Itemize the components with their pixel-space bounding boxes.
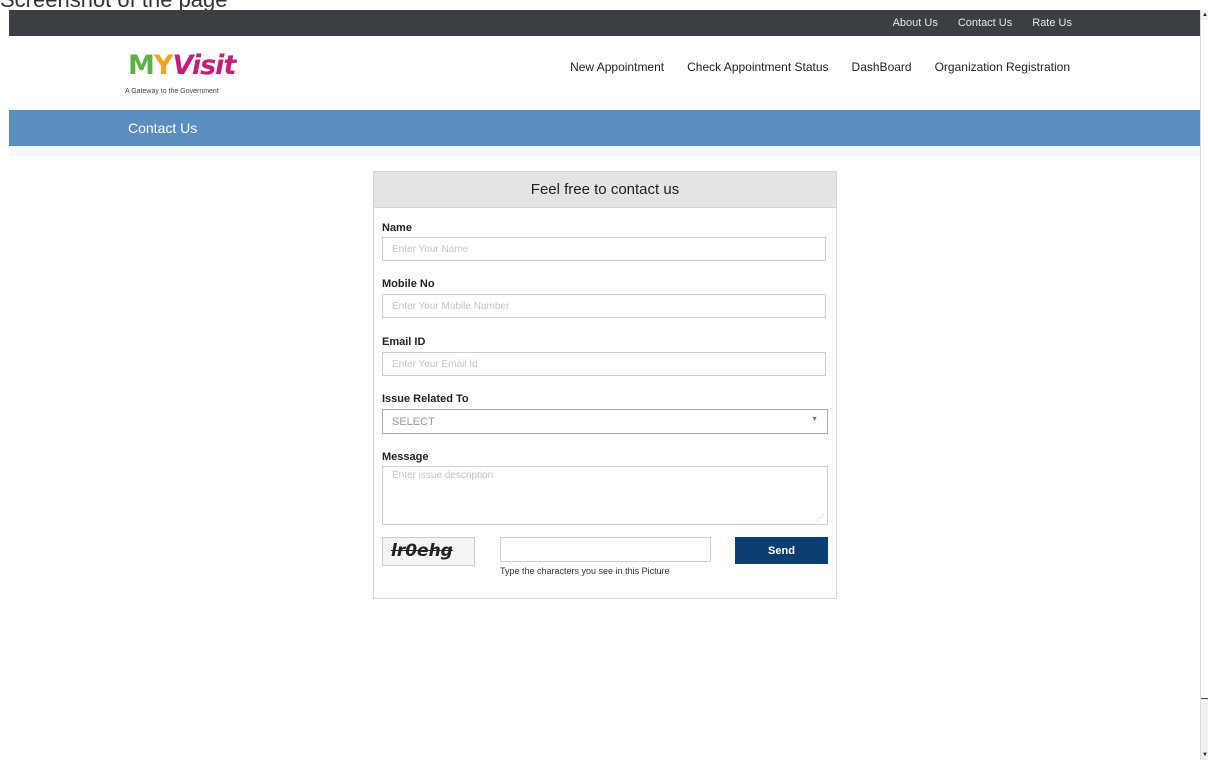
name-input[interactable] — [382, 237, 826, 261]
mobile-input[interactable] — [382, 294, 826, 318]
logo-word-visit: Visit — [172, 50, 236, 81]
scroll-down-arrow-icon[interactable]: ▼ — [1201, 750, 1208, 760]
nav-check-appointment-status[interactable]: Check Appointment Status — [687, 60, 828, 74]
contact-us-link[interactable]: Contact Us — [958, 17, 1012, 29]
logo-letter-y: Y — [153, 50, 174, 81]
about-us-link[interactable]: About Us — [893, 17, 938, 29]
window-title-text: Screenshot of the page — [0, 0, 228, 10]
nav-organization-registration[interactable]: Organization Registration — [935, 60, 1070, 74]
dropdown-arrow-icon: ▼ — [811, 416, 818, 423]
myvisit-logo[interactable]: MYVisit A Gateway to the Government — [125, 36, 265, 102]
page-title-shadow — [9, 146, 1200, 156]
captcha-help-text: Type the characters you see in this Pict… — [500, 566, 670, 576]
issue-select[interactable]: SELECT ▼ — [382, 409, 828, 434]
captcha-code: lr0ehg — [391, 541, 453, 561]
form-heading: Feel free to contact us — [374, 172, 836, 208]
resize-grip-icon[interactable]: ⋰ — [816, 513, 824, 522]
mobile-label: Mobile No — [382, 278, 435, 290]
site-header: MYVisit A Gateway to the Government New … — [9, 36, 1200, 110]
email-input[interactable] — [382, 352, 826, 376]
top-utility-bar: About Us Contact Us Rate Us — [9, 10, 1200, 36]
message-label: Message — [382, 451, 429, 463]
issue-selected-value: SELECT — [392, 416, 435, 428]
captcha-input[interactable] — [500, 537, 711, 562]
scroll-up-arrow-icon[interactable]: ▲ — [1201, 10, 1208, 20]
message-textarea[interactable] — [382, 466, 828, 525]
page-title: Contact Us — [128, 120, 198, 136]
utility-links: About Us Contact Us Rate Us — [873, 10, 1072, 36]
captcha-image: lr0ehg — [382, 537, 475, 566]
page-title-bar: Contact Us — [9, 110, 1200, 146]
main-navigation: New Appointment Check Appointment Status… — [570, 60, 1070, 74]
nav-new-appointment[interactable]: New Appointment — [570, 60, 664, 74]
vertical-scrollbar[interactable]: ▲ ▼ — [1200, 10, 1208, 760]
window-title: Screenshot of the page — [0, 0, 1200, 10]
logo-tagline: A Gateway to the Government — [125, 88, 219, 95]
logo-letter-m: M — [128, 50, 155, 81]
contact-form-card: Feel free to contact us Name Mobile No E… — [373, 171, 837, 599]
issue-label: Issue Related To — [382, 393, 469, 405]
nav-dashboard[interactable]: DashBoard — [852, 60, 912, 74]
scroll-thumb[interactable] — [1201, 20, 1208, 699]
name-label: Name — [382, 222, 412, 234]
email-label: Email ID — [382, 336, 426, 348]
send-button[interactable]: Send — [735, 537, 828, 564]
logo-wordmark: MYVisit — [128, 50, 236, 81]
rate-us-link[interactable]: Rate Us — [1032, 17, 1072, 29]
